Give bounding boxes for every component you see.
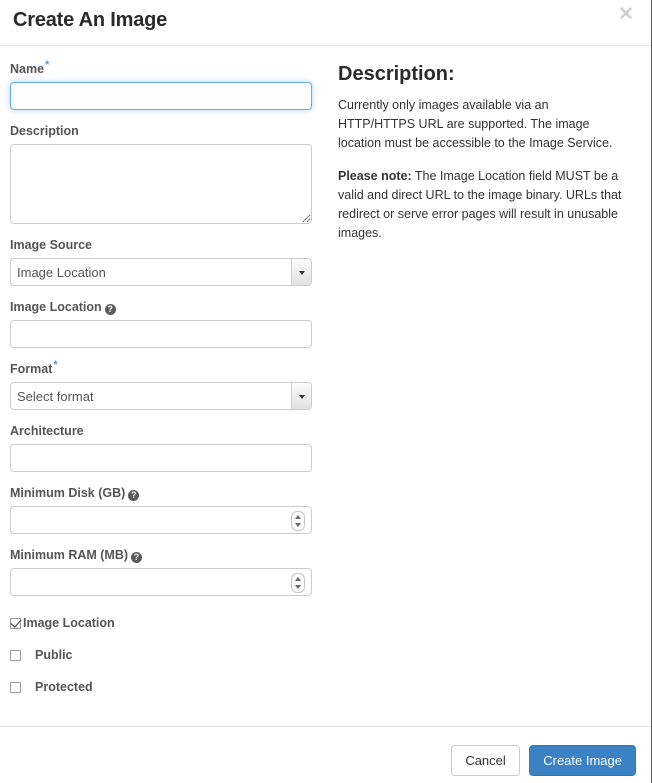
- checkbox-protected[interactable]: [10, 682, 21, 693]
- minimum-ram-wrap: [10, 568, 312, 596]
- minimum-disk-label: Minimum Disk (GB)?: [10, 486, 312, 501]
- description-panel: Description: Currently only images avail…: [338, 62, 628, 257]
- create-image-button[interactable]: Create Image: [529, 745, 636, 776]
- checkbox-public[interactable]: [10, 650, 21, 661]
- help-icon[interactable]: ?: [131, 552, 142, 563]
- image-location-label: Image Location?: [10, 300, 312, 315]
- field-group-minimum-ram: Minimum RAM (MB)?: [10, 548, 312, 596]
- image-source-label: Image Source: [10, 238, 312, 253]
- description-textarea[interactable]: [10, 144, 312, 224]
- field-group-architecture: Architecture: [10, 424, 312, 472]
- minimum-disk-input[interactable]: [10, 506, 312, 534]
- minimum-ram-label-text: Minimum RAM (MB): [10, 548, 128, 562]
- format-select-wrap: Select format: [10, 382, 312, 410]
- description-paragraph-2: Please note: The Image Location field MU…: [338, 167, 628, 243]
- image-source-select[interactable]: Image Location: [10, 258, 312, 286]
- name-label: Name*: [10, 62, 312, 77]
- format-label-text: Format: [10, 362, 52, 376]
- modal-header: Create An Image ✕: [0, 0, 651, 46]
- checkbox-label: Image Location: [23, 616, 115, 630]
- required-asterisk: *: [53, 359, 57, 371]
- checkbox-label: Protected: [35, 680, 93, 694]
- checkbox-label: Public: [35, 648, 73, 662]
- field-group-format: Format* Select format: [10, 362, 312, 410]
- architecture-input[interactable]: [10, 444, 312, 472]
- minimum-ram-input[interactable]: [10, 568, 312, 596]
- help-icon[interactable]: ?: [128, 490, 139, 501]
- modal-footer: Cancel Create Image: [0, 726, 651, 783]
- checkbox-row-image-location[interactable]: Image Location: [10, 616, 312, 630]
- create-image-modal: Create An Image ✕ Name* Description Imag…: [0, 0, 652, 783]
- image-location-input[interactable]: [10, 320, 312, 348]
- cancel-button[interactable]: Cancel: [451, 745, 519, 776]
- help-icon[interactable]: ?: [105, 304, 116, 315]
- minimum-ram-label: Minimum RAM (MB)?: [10, 548, 312, 563]
- field-group-description: Description: [10, 124, 312, 224]
- field-group-image-source: Image Source Image Location: [10, 238, 312, 286]
- description-label: Description: [10, 124, 312, 139]
- architecture-label: Architecture: [10, 424, 312, 439]
- description-heading: Description:: [338, 62, 628, 86]
- format-label: Format*: [10, 362, 312, 377]
- modal-body: Name* Description Image Source Image Loc…: [0, 46, 651, 726]
- page-title: Create An Image: [13, 6, 167, 34]
- description-paragraph-1: Currently only images available via an H…: [338, 96, 628, 153]
- minimum-disk-wrap: [10, 506, 312, 534]
- checkbox-image-location[interactable]: [10, 618, 21, 629]
- form-column: Name* Description Image Source Image Loc…: [10, 62, 312, 712]
- field-group-name: Name*: [10, 62, 312, 110]
- close-icon[interactable]: ✕: [616, 5, 636, 25]
- minimum-disk-label-text: Minimum Disk (GB): [10, 486, 125, 500]
- please-note-label: Please note:: [338, 169, 412, 183]
- name-input[interactable]: [10, 82, 312, 110]
- format-select[interactable]: Select format: [10, 382, 312, 410]
- name-label-text: Name: [10, 62, 44, 76]
- required-asterisk: *: [45, 59, 49, 71]
- field-group-minimum-disk: Minimum Disk (GB)?: [10, 486, 312, 534]
- image-location-label-text: Image Location: [10, 300, 102, 314]
- checkbox-row-public[interactable]: Public: [10, 648, 312, 662]
- field-group-image-location: Image Location?: [10, 300, 312, 348]
- image-source-select-wrap: Image Location: [10, 258, 312, 286]
- checkbox-row-protected[interactable]: Protected: [10, 680, 312, 694]
